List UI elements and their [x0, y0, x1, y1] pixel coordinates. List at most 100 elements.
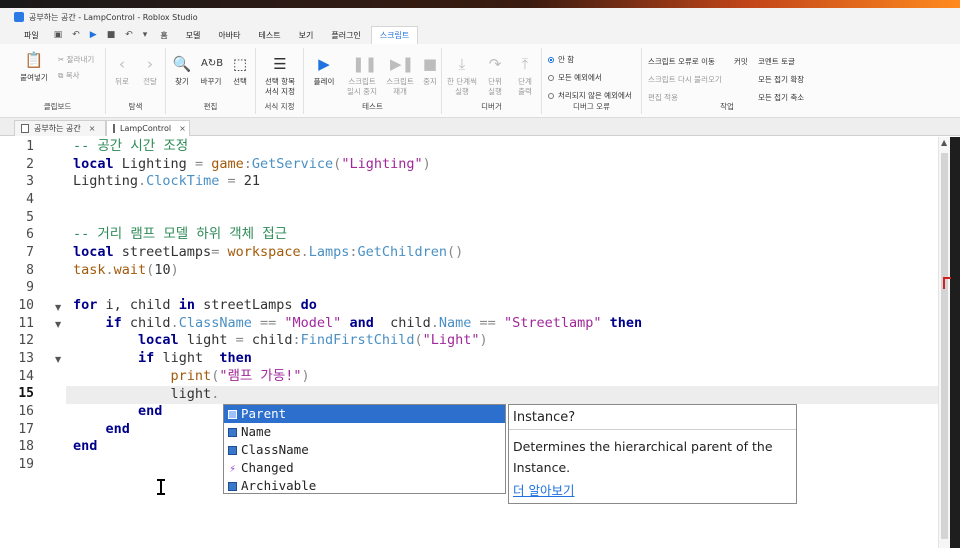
- code-line-7[interactable]: local streetLamps= workspace.Lamps:GetCh…: [73, 244, 463, 262]
- code-line-16[interactable]: end: [73, 403, 162, 421]
- line-number-gutter: 1 2 3 4 5 6 7 8 9 10 11 12 13 14 15 16 1…: [0, 137, 48, 548]
- undo-icon[interactable]: ↶: [125, 30, 133, 40]
- cut-label: 잘라내기: [66, 55, 95, 64]
- doc-tab-label: 공부하는 공간: [34, 124, 81, 133]
- expand-all-folds-button[interactable]: 모든 접기 확장: [758, 74, 804, 85]
- code-line-18[interactable]: end: [73, 438, 97, 456]
- replace-button[interactable]: A↻B 바꾸기: [196, 54, 226, 87]
- menu-tab-view[interactable]: 보기: [291, 27, 322, 44]
- close-icon[interactable]: ×: [89, 124, 96, 133]
- redo-back-icon[interactable]: ↶: [72, 30, 80, 40]
- scroll-up-icon[interactable]: ▲: [941, 138, 947, 147]
- play-button[interactable]: ▶ 플레이: [306, 54, 342, 87]
- doc-tab-place[interactable]: 공부하는 공간 ×: [14, 120, 106, 136]
- step-over-button[interactable]: ↷ 단위 실행: [480, 54, 510, 97]
- goto-script-error-button[interactable]: 스크립트 오류로 이동: [648, 56, 715, 67]
- property-icon: [228, 427, 237, 437]
- doc-tab-lampcontrol[interactable]: LampControl ×: [106, 120, 190, 136]
- radio-never[interactable]: 안 함: [548, 54, 574, 65]
- autocomplete-label: ClassName: [241, 442, 309, 457]
- property-icon: [228, 481, 237, 491]
- step-into-button[interactable]: ⤓ 한 단계씩 실행: [444, 54, 480, 97]
- autocomplete-item[interactable]: Archivable: [224, 477, 505, 495]
- line-number: 6: [26, 227, 34, 242]
- paste-button[interactable]: 📋 붙여넣기: [14, 50, 54, 83]
- radio-all-exceptions[interactable]: 모든 예외에서: [548, 72, 602, 83]
- autocomplete-item[interactable]: Name: [224, 423, 505, 441]
- radio-all-label: 모든 예외에서: [558, 73, 602, 82]
- line-number: 9: [26, 280, 34, 295]
- resume-script-button[interactable]: ▶❚ 스크립트 재개: [382, 54, 418, 97]
- line-number: 3: [26, 174, 34, 189]
- radio-empty-icon: [548, 93, 554, 99]
- code-line-3[interactable]: Lighting.ClockTime = 21: [73, 173, 260, 191]
- step-over-icon: ↷: [488, 55, 502, 73]
- menu-tab-home[interactable]: 홈: [152, 27, 175, 44]
- line-number: 1: [26, 139, 34, 154]
- code-line-2[interactable]: local Lighting = game:GetService("Lighti…: [73, 156, 431, 174]
- step-out-label: 단계 출력: [518, 77, 532, 96]
- back-button[interactable]: ‹ 뒤로: [110, 54, 134, 87]
- code-line-10[interactable]: for i, child in streetLamps do: [73, 297, 317, 315]
- quick-stop-icon[interactable]: ■: [107, 30, 116, 40]
- vertical-scrollbar[interactable]: ▲: [938, 137, 950, 548]
- reload-script-button[interactable]: 스크립트 다시 불러오기: [648, 74, 722, 85]
- step-into-label: 한 단계씩 실행: [447, 77, 477, 96]
- pause-label: 스크립트 일시 중지: [347, 77, 377, 96]
- property-icon: [228, 409, 237, 419]
- menu-tab-script[interactable]: 스크립트: [370, 26, 419, 44]
- learn-more-link[interactable]: 더 알아보기: [513, 480, 574, 501]
- menu-tab-file[interactable]: 파일: [16, 27, 47, 44]
- autocomplete-item[interactable]: Parent: [224, 405, 505, 423]
- cut-button[interactable]: ✂ 잘라내기: [58, 54, 94, 65]
- autocomplete-item[interactable]: ClassName: [224, 441, 505, 459]
- fold-toggle-icon[interactable]: ▼: [55, 320, 61, 329]
- autocomplete-list[interactable]: Parent Name ClassName ⚡ Changed Archivabl…: [223, 404, 506, 494]
- pause-icon: ❚❚: [352, 55, 378, 73]
- autocomplete-label: Parent: [241, 406, 287, 421]
- customize-icon[interactable]: ▾: [143, 30, 148, 40]
- code-line-13[interactable]: if light then: [73, 350, 252, 368]
- code-line-8[interactable]: task.wait(10): [73, 262, 179, 280]
- code-line-6[interactable]: -- 거리 램프 모델 하위 객체 접근: [73, 226, 287, 244]
- menu-tab-model[interactable]: 모델: [178, 27, 209, 44]
- step-out-button[interactable]: ⤒ 단계 출력: [510, 54, 540, 97]
- menu-tab-plugins[interactable]: 플러그인: [323, 27, 368, 44]
- menu-tab-test[interactable]: 테스트: [251, 27, 289, 44]
- forward-button[interactable]: › 전달: [138, 54, 162, 87]
- fold-toggle-icon[interactable]: ▼: [55, 355, 61, 364]
- code-line-14[interactable]: print("램프 가동!"): [73, 368, 310, 386]
- copy-button[interactable]: ⧉ 복사: [58, 70, 80, 81]
- stop-button[interactable]: ■ 중지: [418, 54, 442, 87]
- radio-unhandled[interactable]: 처리되지 않은 예외에서: [548, 90, 632, 101]
- quick-play-icon[interactable]: ▶: [90, 30, 97, 40]
- toggle-comment-button[interactable]: 코멘트 토글: [758, 56, 795, 67]
- code-line-17[interactable]: end: [73, 421, 130, 439]
- code-line-12[interactable]: local light = child:FindFirstChild("Ligh…: [73, 332, 488, 350]
- roblox-studio-icon: [14, 12, 24, 22]
- magnifier-icon: 🔍: [172, 55, 192, 73]
- code-line-15[interactable]: light.: [73, 386, 220, 404]
- fold-toggle-icon[interactable]: ▼: [55, 303, 61, 312]
- select-button[interactable]: ⬚ 선택: [226, 54, 254, 87]
- doc-tab-label: LampControl: [120, 124, 172, 133]
- commit-button[interactable]: 커밋: [734, 56, 748, 67]
- find-button[interactable]: 🔍 찾기: [168, 54, 196, 87]
- code-line-1[interactable]: -- 공간 시간 조정: [73, 138, 188, 156]
- format-selection-button[interactable]: ☰ 선택 항목 서식 지정: [258, 54, 302, 97]
- resume-label: 스크립트 재개: [386, 77, 414, 96]
- scrollbar-thumb[interactable]: [941, 153, 948, 539]
- pause-script-button[interactable]: ❚❚ 스크립트 일시 중지: [342, 54, 382, 97]
- radio-unhandled-label: 처리되지 않은 예외에서: [558, 91, 632, 100]
- close-icon[interactable]: ×: [179, 124, 186, 133]
- autocomplete-item[interactable]: ⚡ Changed: [224, 459, 505, 477]
- step-into-icon: ⤓: [458, 55, 466, 73]
- ribbon-group-format: ☰ 선택 항목 서식 지정 서식 지정: [256, 48, 304, 114]
- menu-tab-avatar[interactable]: 아바타: [210, 27, 248, 44]
- line-number: 19: [18, 457, 34, 472]
- code-line-11[interactable]: if child.ClassName == "Model" and child.…: [73, 315, 643, 333]
- radio-empty-icon: [548, 75, 554, 81]
- save-icon[interactable]: ▣: [54, 30, 63, 40]
- line-number: 16: [18, 404, 34, 419]
- ribbon-group-debugger: ⤓ 한 단계씩 실행 ↷ 단위 실행 ⤒ 단계 출력 디버거: [442, 48, 542, 114]
